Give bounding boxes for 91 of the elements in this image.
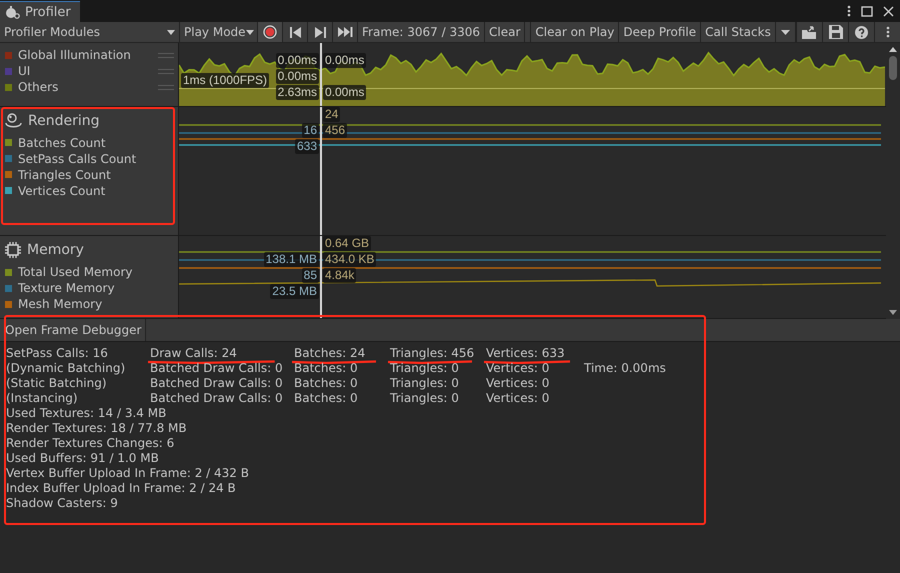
graph-value-label: 0.00ms: [323, 53, 366, 68]
record-icon: [263, 25, 277, 39]
skip-back-icon: [290, 26, 300, 38]
stat-text: Triangles: 0: [390, 391, 460, 406]
caret-icon: [167, 30, 175, 34]
window-tab[interactable]: Profiler: [0, 1, 80, 22]
threshold-label: 1ms (1000FPS): [181, 73, 270, 88]
modules-dropdown[interactable]: Profiler Modules: [0, 22, 180, 42]
window-title: Profiler: [25, 4, 71, 20]
stat-text: Used Buffers: 91 / 1.0 MB: [6, 451, 160, 466]
legend-label: Vertices Count: [18, 184, 106, 198]
stat-text: Triangles: 456: [390, 346, 486, 361]
legend-label: Batches Count: [18, 136, 106, 150]
stat-text: Batched Draw Calls: 0: [150, 361, 284, 376]
stat-text: Shadow Casters: 9: [6, 496, 119, 511]
graph-value-label: 23.5 MB: [270, 284, 319, 300]
stat-text: Render Textures: 18 / 77.8 MB: [6, 421, 188, 436]
close-icon[interactable]: [883, 6, 894, 16]
stat-text: Batches: 0: [294, 361, 359, 376]
stat-text: Batches: 0: [294, 376, 359, 391]
scrollbar-thumb[interactable]: [889, 56, 897, 80]
stopwatch-icon: [5, 5, 21, 19]
stat-text: Used Textures: 14 / 3.4 MB: [6, 406, 168, 421]
skip-forward-icon: [314, 26, 326, 38]
stat-text: Draw Calls: 24: [150, 346, 294, 361]
stat-text: Batches: 0: [294, 391, 359, 406]
legend-label: Global Illumination: [18, 48, 131, 62]
stat-text: Batches: 24: [294, 346, 390, 361]
legend-label: UI: [18, 64, 30, 78]
caret-icon: [246, 30, 254, 34]
stat-text: Triangles: 0: [390, 361, 460, 376]
graph-value-label: 2.63ms: [276, 85, 319, 100]
module-title[interactable]: Memory: [27, 242, 84, 258]
stat-text: (Dynamic Batching): [6, 361, 126, 376]
legend-swatch[interactable]: [5, 300, 12, 308]
drag-handle-icon[interactable]: [158, 84, 174, 90]
rendering-icon: [5, 112, 22, 129]
graph-value-label: 138.1 MB: [264, 252, 319, 268]
fast-forward-icon: [338, 27, 352, 37]
graph-value-label: 456: [323, 122, 348, 138]
drag-handle-icon[interactable]: [158, 68, 174, 74]
stat-text: Vertices: 0: [486, 391, 550, 406]
legend-swatch[interactable]: [5, 171, 12, 178]
graph-value-label: 0.00ms: [276, 69, 319, 84]
legend-label: Others: [18, 80, 58, 94]
caret-icon: [780, 30, 790, 34]
legend-label: Total Used Memory: [18, 265, 132, 280]
stat-text: Batched Draw Calls: 0: [150, 376, 284, 391]
stat-text: Triangles: 0: [390, 376, 460, 391]
legend-swatch[interactable]: [5, 187, 12, 194]
graph-value-label: 85: [302, 268, 319, 284]
stat-text: (Static Batching): [6, 376, 108, 391]
open-frame-debugger-button[interactable]: Open Frame Debugger: [0, 319, 146, 341]
legend-swatch[interactable]: [5, 268, 12, 276]
graph-value-label: 0.00ms: [323, 85, 366, 100]
legend-label: Mesh Memory: [18, 297, 102, 312]
record-button[interactable]: [258, 22, 283, 42]
maximize-icon[interactable]: [861, 6, 873, 16]
legend-swatch[interactable]: [5, 68, 12, 74]
stat-text: Vertices: 0: [486, 376, 550, 391]
stat-text: Vertices: 0: [486, 361, 550, 376]
graph-value-label: 16: [302, 122, 319, 138]
stat-text: (Instancing): [6, 391, 79, 406]
legend-label: SetPass Calls Count: [18, 152, 136, 166]
stat-text: Vertex Buffer Upload In Frame: 2 / 432 B: [6, 466, 250, 481]
legend-swatch[interactable]: [5, 139, 12, 146]
legend-swatch[interactable]: [5, 52, 12, 58]
more-options-icon[interactable]: [847, 5, 851, 17]
chip-icon: [5, 242, 21, 258]
graph-value-label: 24: [323, 106, 340, 122]
stat-text: Render Textures Changes: 6: [6, 436, 176, 451]
legend-swatch[interactable]: [5, 284, 12, 292]
stat-text: Index Buffer Upload In Frame: 2 / 24 B: [6, 481, 237, 496]
frame-cursor-line[interactable]: [320, 236, 322, 318]
module-title[interactable]: Rendering: [28, 112, 100, 129]
drag-handle-icon[interactable]: [158, 52, 174, 58]
scroll-down-icon[interactable]: [889, 310, 897, 315]
stat-text: SetPass Calls: 16: [6, 346, 109, 361]
graph-value-label: 633: [294, 138, 319, 154]
graph-value-label: 0.64 GB: [323, 236, 372, 252]
stat-text: Time: 0.00ms: [584, 361, 666, 376]
graph-value-label: 0.00ms: [276, 53, 319, 68]
stat-text: Batched Draw Calls: 0: [150, 391, 284, 406]
stat-text: Vertices: 633: [486, 346, 584, 361]
legend-swatch[interactable]: [5, 84, 12, 90]
legend-swatch[interactable]: [5, 155, 12, 162]
graph-value-label: 434.0 KB: [323, 252, 376, 268]
legend-label: Triangles Count: [18, 168, 111, 182]
legend-label: Texture Memory: [18, 281, 115, 296]
graph-value-label: 4.84k: [323, 268, 356, 284]
scroll-up-icon[interactable]: [889, 47, 897, 52]
